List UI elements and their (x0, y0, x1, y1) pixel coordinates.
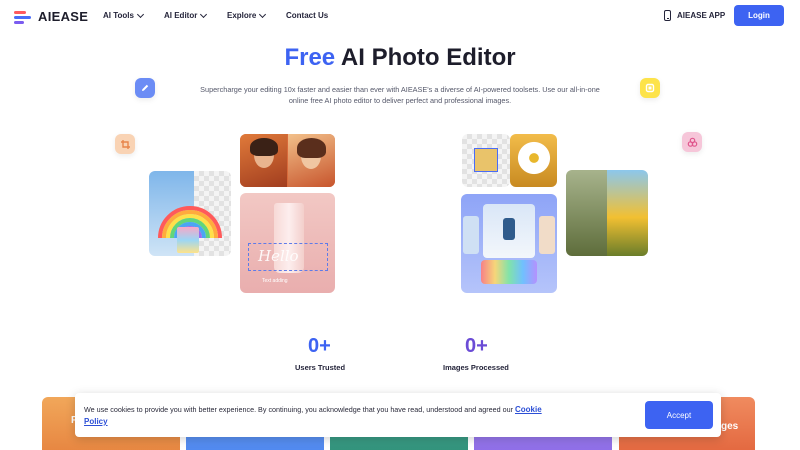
pencil-icon (135, 78, 155, 98)
nav-ai-tools-label: AI Tools (103, 11, 134, 20)
nav-explore[interactable]: Explore (227, 10, 267, 20)
users-trusted-count: 0+ (308, 335, 331, 357)
nav-contact-us[interactable]: Contact Us (286, 11, 328, 20)
nav-ai-tools[interactable]: AI Tools (103, 10, 145, 20)
brand-name: AIEASE (38, 9, 89, 24)
app-download-link[interactable]: AIEASE APP (664, 10, 725, 21)
cookie-banner: We use cookies to provide you with bette… (75, 393, 721, 437)
images-processed-count: 0+ (465, 335, 488, 357)
ski-editing-image (461, 194, 557, 293)
text-adding-image: Hello Text adding (240, 193, 335, 293)
chevron-down-icon (259, 10, 267, 18)
rainbow-drink-image (149, 171, 231, 256)
portraits-image (240, 134, 335, 187)
chevron-down-icon (200, 10, 208, 18)
sample-caption: Text adding (262, 278, 288, 284)
nav-ai-editor[interactable]: AI Editor (164, 10, 208, 20)
page-subtitle: Supercharge your editing 10x faster and … (200, 85, 600, 105)
nav-ai-editor-label: AI Editor (164, 11, 198, 20)
phone-icon (664, 10, 671, 21)
page-title: Free AI Photo Editor (0, 44, 800, 72)
sunflower-field-image (566, 170, 648, 256)
brand-logo[interactable]: AIEASE (14, 9, 88, 24)
cookie-text: We use cookies to provide you with bette… (84, 405, 515, 414)
chevron-down-icon (136, 10, 145, 18)
login-button[interactable]: Login (734, 5, 784, 26)
nav-contact-us-label: Contact Us (286, 11, 329, 20)
nav-explore-label: Explore (227, 11, 257, 20)
title-rest: AI Photo Editor (335, 44, 516, 71)
sample-text: Hello (258, 247, 299, 265)
palette-icon (682, 132, 702, 152)
feature-card-title: ges (721, 421, 739, 432)
daisy-image (510, 134, 557, 187)
crop-icon (115, 134, 135, 154)
users-trusted-label: Users Trusted (295, 363, 346, 372)
accept-cookies-button[interactable]: Accept (645, 401, 713, 429)
square-icon (640, 78, 660, 98)
images-processed-label: Images Processed (443, 363, 509, 372)
background-removal-image (462, 134, 510, 187)
top-nav: AIEASE AI Tools AI Editor Explore Contac… (0, 0, 800, 32)
app-link-label: AIEASE APP (677, 11, 726, 20)
logo-mark-icon (14, 10, 32, 24)
title-highlight: Free (284, 44, 336, 71)
cookie-message: We use cookies to provide you with bette… (84, 404, 554, 428)
